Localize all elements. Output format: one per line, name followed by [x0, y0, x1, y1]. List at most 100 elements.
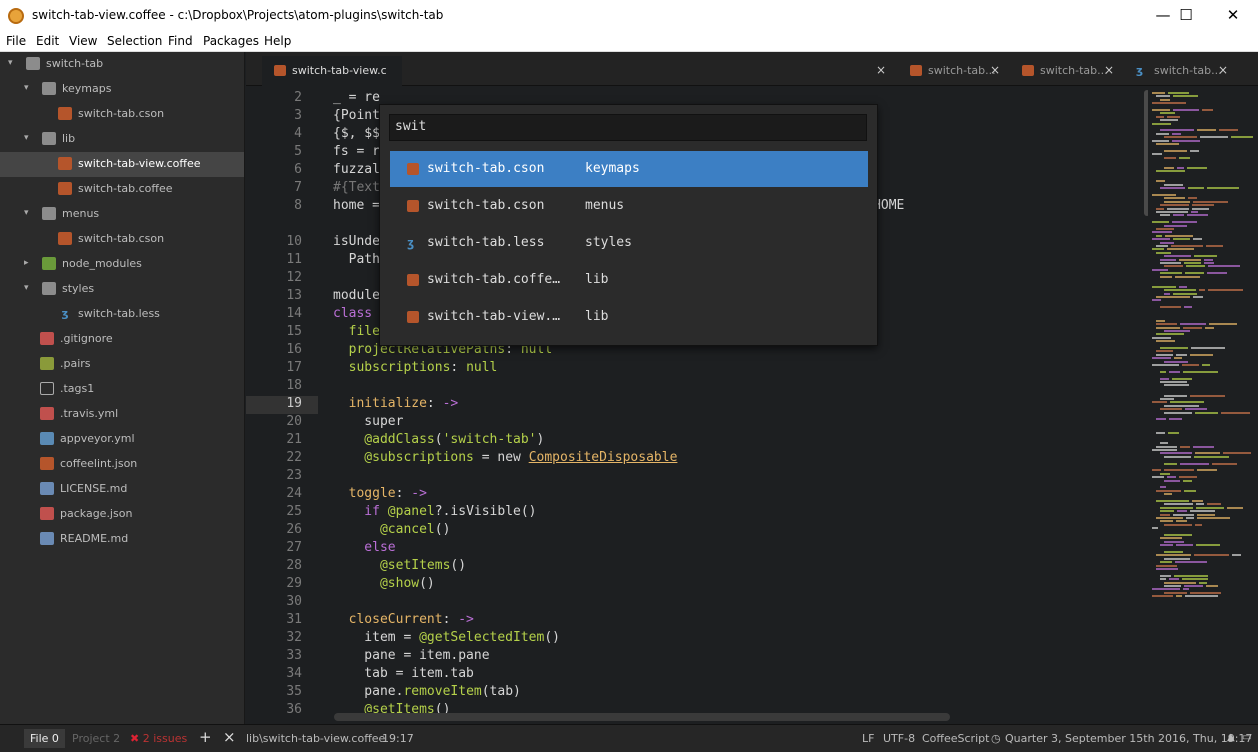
code-line[interactable]: else: [333, 540, 395, 555]
code-line[interactable]: #{Text: [333, 180, 380, 195]
tree-item--gitignore[interactable]: .gitignore: [0, 327, 244, 352]
close-tab-icon[interactable]: ×: [1218, 63, 1228, 77]
close-window-button[interactable]: ✕: [1210, 0, 1256, 30]
line-number: 23: [286, 468, 302, 483]
fuzzy-finder-input[interactable]: swit: [389, 114, 867, 141]
fuzzy-finder-result[interactable]: switch-tab.cson keymaps: [390, 151, 868, 187]
chevron-down-icon[interactable]: ▾: [24, 208, 29, 218]
chevron-down-icon[interactable]: ▾: [24, 283, 29, 293]
close-tab-icon[interactable]: ×: [1104, 63, 1114, 77]
tree-item-menus[interactable]: ▾ menus: [0, 202, 244, 227]
code-line[interactable]: tab = item.tab: [333, 666, 474, 681]
tree-item-keymaps[interactable]: ▾ keymaps: [0, 77, 244, 102]
menu-file[interactable]: File: [6, 34, 26, 48]
code-line[interactable]: subscriptions: null: [333, 360, 498, 375]
code-line[interactable]: fs = r: [333, 144, 380, 159]
close-panel-button[interactable]: ×: [223, 728, 236, 746]
code-line[interactable]: @cancel(): [333, 522, 450, 537]
encoding[interactable]: UTF-8: [883, 732, 915, 745]
code-token: module: [333, 288, 380, 303]
minimap-line: [1173, 292, 1197, 295]
minimap-line: [1160, 520, 1173, 523]
fuzzy-finder-result[interactable]: ʒ switch-tab.less styles: [390, 225, 868, 261]
maximize-button[interactable]: ☐: [1163, 0, 1209, 30]
code-line[interactable]: if @panel?.isVisible(): [333, 504, 536, 519]
line-number: 13: [286, 288, 302, 303]
tab-switch-tab-view[interactable]: switch-tab-view.c: [262, 56, 402, 86]
code-line[interactable]: {Point: [333, 108, 380, 123]
close-tab-icon[interactable]: ×: [990, 63, 1000, 77]
tree-item-node-modules[interactable]: ▸ node_modules: [0, 252, 244, 277]
minimap[interactable]: [1148, 88, 1258, 718]
close-tab-icon[interactable]: ×: [876, 63, 886, 77]
code-line[interactable]: item = @getSelectedItem(): [333, 630, 560, 645]
horizontal-scrollbar[interactable]: [334, 713, 950, 721]
menu-find[interactable]: Find: [168, 34, 193, 48]
menu-packages[interactable]: Packages: [203, 34, 259, 48]
code-line[interactable]: @addClass('switch-tab'): [333, 432, 544, 447]
fuzzy-finder-result[interactable]: switch-tab.cson menus: [390, 188, 868, 224]
tab-switch-tab-1[interactable]: switch-tab... ×: [898, 56, 1008, 86]
code-line[interactable]: {$, $$: [333, 126, 380, 141]
code-line[interactable]: pane.removeItem(tab): [333, 684, 521, 699]
code-line[interactable]: @subscriptions = new CompositeDisposable: [333, 450, 677, 465]
menu-help[interactable]: Help: [264, 34, 291, 48]
tree-item-package-json[interactable]: package.json: [0, 502, 244, 527]
tree-item-license-md[interactable]: LICENSE.md: [0, 477, 244, 502]
chevron-down-icon[interactable]: ▾: [24, 133, 29, 143]
code-line[interactable]: isUnde: [333, 234, 380, 249]
menu-view[interactable]: View: [69, 34, 97, 48]
cursor-position[interactable]: 19:17: [382, 732, 414, 745]
tree-item-switch-tab-view-coffee[interactable]: switch-tab-view.coffee: [0, 152, 244, 177]
bell-icon[interactable]: ▲: [1227, 732, 1235, 743]
add-panel-button[interactable]: +: [199, 728, 212, 746]
code-line[interactable]: _ = re: [333, 90, 380, 105]
minimap-line: [1152, 469, 1161, 472]
line-ending[interactable]: LF: [862, 732, 874, 745]
tree-item-switch-tab-coffee[interactable]: switch-tab.coffee: [0, 177, 244, 202]
code-line[interactable]: closeCurrent: ->: [333, 612, 474, 627]
code-line[interactable]: @show(): [333, 576, 435, 591]
minimap-line: [1160, 258, 1176, 261]
code-line[interactable]: Path: [333, 252, 380, 267]
tab-switch-tab-2[interactable]: switch-tab... ×: [1010, 56, 1122, 86]
code-line[interactable]: @setItems(): [333, 558, 466, 573]
chevron-down-icon[interactable]: ▾: [24, 83, 29, 93]
minimap-line: [1156, 350, 1173, 353]
tab-close-fragment[interactable]: ×: [868, 56, 892, 86]
menu-edit[interactable]: Edit: [36, 34, 59, 48]
tree-item-switch-tab[interactable]: ▾ switch-tab: [0, 52, 244, 77]
tree-item-label: .pairs: [60, 357, 91, 370]
tree-item-switch-tab-cson[interactable]: switch-tab.cson: [0, 102, 244, 127]
chevron-down-icon[interactable]: ▾: [8, 58, 13, 68]
fuzzy-finder-result[interactable]: switch-tab-view.… lib: [390, 299, 868, 335]
file-tab[interactable]: File 0: [24, 729, 65, 748]
menu-selection[interactable]: Selection: [107, 34, 162, 48]
tree-item--travis-yml[interactable]: .travis.yml: [0, 402, 244, 427]
tree-item-appveyor-yml[interactable]: appveyor.yml: [0, 427, 244, 452]
tree-item-lib[interactable]: ▾ lib: [0, 127, 244, 152]
minimap-line: [1152, 92, 1165, 94]
code-line[interactable]: super: [333, 414, 403, 429]
tree-item--pairs[interactable]: .pairs: [0, 352, 244, 377]
file-path[interactable]: lib\switch-tab-view.coffee: [246, 732, 385, 745]
code-line[interactable]: pane = item.pane: [333, 648, 489, 663]
issues-indicator[interactable]: ✖ 2 issues: [130, 732, 187, 745]
code-line[interactable]: fuzzal: [333, 162, 380, 177]
minimap-line: [1172, 377, 1192, 380]
tree-item-styles[interactable]: ▾ styles: [0, 277, 244, 302]
chevron-right-icon[interactable]: ▸: [24, 258, 29, 268]
code-line[interactable]: toggle: ->: [333, 486, 427, 501]
project-tab[interactable]: Project 2: [72, 732, 120, 745]
tree-item-coffeelint-json[interactable]: coffeelint.json: [0, 452, 244, 477]
tree-item-switch-tab-less[interactable]: ʒ switch-tab.less: [0, 302, 244, 327]
tab-switch-tab-3[interactable]: ʒ switch-tab... ×: [1124, 56, 1236, 86]
fuzzy-finder-result[interactable]: switch-tab.coffe… lib: [390, 262, 868, 298]
code-line[interactable]: initialize: ->: [333, 396, 459, 411]
tree-item-switch-tab-cson[interactable]: switch-tab.cson: [0, 227, 244, 252]
clipboard-icon[interactable]: ▭: [1242, 732, 1251, 743]
tree-item--tags1[interactable]: .tags1: [0, 377, 244, 402]
line-number: 12: [286, 270, 302, 285]
grammar[interactable]: CoffeeScript: [922, 732, 989, 745]
tree-item-readme-md[interactable]: README.md: [0, 527, 244, 552]
